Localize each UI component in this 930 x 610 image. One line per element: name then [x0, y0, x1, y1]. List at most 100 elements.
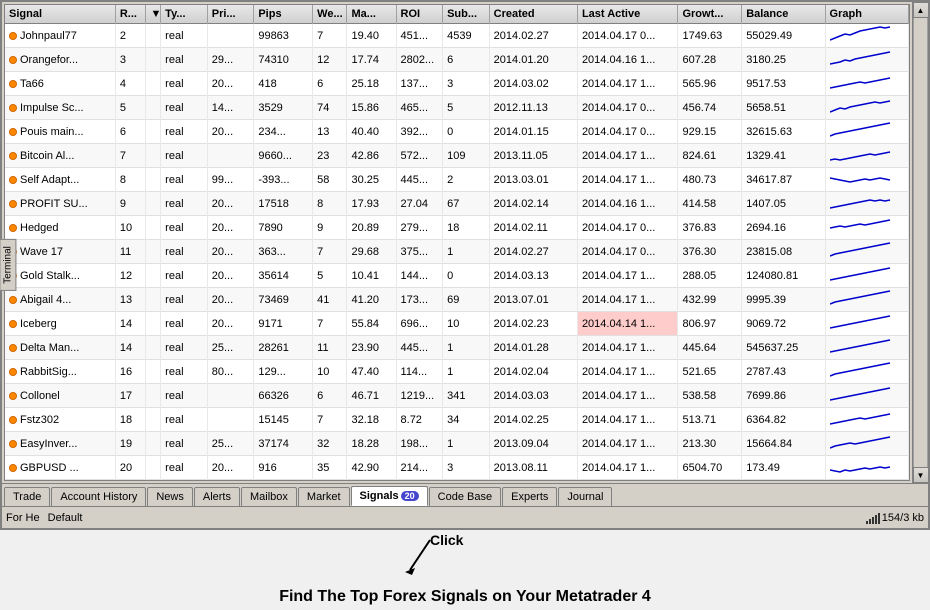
sub-cell: 1: [443, 360, 490, 384]
pri-cell: 20...: [207, 240, 254, 264]
col-header-roi[interactable]: ROI: [396, 5, 443, 24]
r-cell: 10: [115, 216, 146, 240]
tab-journal[interactable]: Journal: [558, 487, 612, 506]
table-row[interactable]: Fstz30218real15145732.188.72342014.02.25…: [5, 408, 909, 432]
signal-cell: GBPUSD ...: [5, 456, 115, 480]
tab-bar: Terminal TradeAccount HistoryNewsAlertsM…: [2, 483, 928, 506]
table-row[interactable]: Self Adapt...8real99...-393...5830.25445…: [5, 168, 909, 192]
tab-alerts[interactable]: Alerts: [194, 487, 240, 506]
mini-graph: [830, 290, 892, 306]
lastactive-cell: 2014.04.17 0...: [577, 216, 678, 240]
ma-cell: 47.40: [347, 360, 396, 384]
col-header-we[interactable]: We...: [313, 5, 347, 24]
col-header-ty[interactable]: Ty...: [161, 5, 208, 24]
tab-signals[interactable]: Signals20: [351, 486, 428, 506]
created-cell: 2014.02.14: [489, 192, 577, 216]
table-row[interactable]: Abigail 4...13real20...734694141.20173..…: [5, 288, 909, 312]
pri-cell: 80...: [207, 360, 254, 384]
col-header-graph[interactable]: Graph: [825, 5, 908, 24]
table-row[interactable]: Pouis main...6real20...234...1340.40392.…: [5, 120, 909, 144]
mini-graph: [830, 26, 892, 42]
sort-arrow-cell: [146, 144, 161, 168]
table-row[interactable]: Impulse Sc...5real14...35297415.86465...…: [5, 96, 909, 120]
pri-cell: 29...: [207, 48, 254, 72]
balance-cell: 124080.81: [742, 264, 825, 288]
tab-experts[interactable]: Experts: [502, 487, 557, 506]
table-row[interactable]: Iceberg14real20...9171755.84696...102014…: [5, 312, 909, 336]
roi-cell: 279...: [396, 216, 443, 240]
col-header-pips[interactable]: Pips: [254, 5, 313, 24]
table-row[interactable]: Orangefor...3real29...743101217.742802..…: [5, 48, 909, 72]
lastactive-cell: 2014.04.17 1...: [577, 456, 678, 480]
signal-dot-icon: [9, 344, 17, 352]
table-row[interactable]: Bitcoin Al...7real9660...2342.86572...10…: [5, 144, 909, 168]
table-row[interactable]: Gold Stalk...12real20...35614510.41144..…: [5, 264, 909, 288]
tab-market[interactable]: Market: [298, 487, 350, 506]
graph-cell: [825, 24, 908, 48]
scrollbar-track[interactable]: [913, 18, 928, 467]
col-header-lastactive[interactable]: Last Active: [577, 5, 678, 24]
sub-cell: 1: [443, 432, 490, 456]
col-header-signal[interactable]: Signal: [5, 5, 115, 24]
sort-arrow-cell: [146, 360, 161, 384]
col-header-sub[interactable]: Sub...: [443, 5, 490, 24]
sort-arrow-cell: [146, 336, 161, 360]
pips-cell: 37174: [254, 432, 313, 456]
pri-cell: 14...: [207, 96, 254, 120]
lastactive-cell: 2014.04.17 1...: [577, 408, 678, 432]
mini-graph: [830, 218, 892, 234]
col-header-balance[interactable]: Balance: [742, 5, 825, 24]
tab-code-base[interactable]: Code Base: [429, 487, 501, 506]
growt-cell: 806.97: [678, 312, 742, 336]
tab-news[interactable]: News: [147, 487, 193, 506]
table-row[interactable]: RabbitSig...16real80...129...1047.40114.…: [5, 360, 909, 384]
terminal-tab[interactable]: Terminal: [0, 239, 16, 291]
table-row[interactable]: GBPUSD ...20real20...9163542.90214...320…: [5, 456, 909, 480]
r-cell: 2: [115, 24, 146, 48]
table-row[interactable]: EasyInver...19real25...371743218.28198..…: [5, 432, 909, 456]
tab-mailbox[interactable]: Mailbox: [241, 487, 297, 506]
mini-graph: [830, 98, 892, 114]
ma-cell: 10.41: [347, 264, 396, 288]
we-cell: 13: [313, 120, 347, 144]
table-row[interactable]: Ta664real20...418625.18137...32014.03.02…: [5, 72, 909, 96]
scroll-up-button[interactable]: ▲: [913, 2, 929, 18]
ty-cell: real: [161, 264, 208, 288]
scrollbar[interactable]: ▲ ▼: [912, 2, 928, 483]
ty-cell: real: [161, 360, 208, 384]
col-header-ma[interactable]: Ma...: [347, 5, 396, 24]
table-row[interactable]: PROFIT SU...9real20...17518817.9327.0467…: [5, 192, 909, 216]
lastactive-cell: 2014.04.17 1...: [577, 288, 678, 312]
col-header-arrow[interactable]: ▼: [146, 5, 161, 24]
roi-cell: 173...: [396, 288, 443, 312]
created-cell: 2013.07.01: [489, 288, 577, 312]
growt-cell: 521.65: [678, 360, 742, 384]
col-header-r[interactable]: R...: [115, 5, 146, 24]
col-header-pri[interactable]: Pri...: [207, 5, 254, 24]
created-cell: 2014.03.02: [489, 72, 577, 96]
sort-arrow-cell: [146, 456, 161, 480]
table-row[interactable]: Delta Man...14real25...282611123.90445..…: [5, 336, 909, 360]
sort-arrow-cell: [146, 192, 161, 216]
col-header-growt[interactable]: Growt...: [678, 5, 742, 24]
table-row[interactable]: Hedged10real20...7890920.89279...182014.…: [5, 216, 909, 240]
created-cell: 2014.02.27: [489, 240, 577, 264]
table-row[interactable]: Wave 1711real20...363...729.68375...1201…: [5, 240, 909, 264]
scroll-down-button[interactable]: ▼: [913, 467, 929, 483]
table-row[interactable]: Collonel17real66326646.711219...3412014.…: [5, 384, 909, 408]
table-row[interactable]: Johnpaul772real99863719.40451...45392014…: [5, 24, 909, 48]
ty-cell: real: [161, 72, 208, 96]
sub-cell: 109: [443, 144, 490, 168]
status-left-label: For He: [6, 512, 40, 524]
lastactive-cell: 2014.04.17 0...: [577, 24, 678, 48]
ma-cell: 29.68: [347, 240, 396, 264]
r-cell: 20: [115, 456, 146, 480]
we-cell: 7: [313, 240, 347, 264]
r-cell: 3: [115, 48, 146, 72]
tab-trade[interactable]: Trade: [4, 487, 50, 506]
mini-graph: [830, 314, 892, 330]
tab-account-history[interactable]: Account History: [51, 487, 146, 506]
col-header-created[interactable]: Created: [489, 5, 577, 24]
pips-cell: 129...: [254, 360, 313, 384]
graph-cell: [825, 264, 908, 288]
